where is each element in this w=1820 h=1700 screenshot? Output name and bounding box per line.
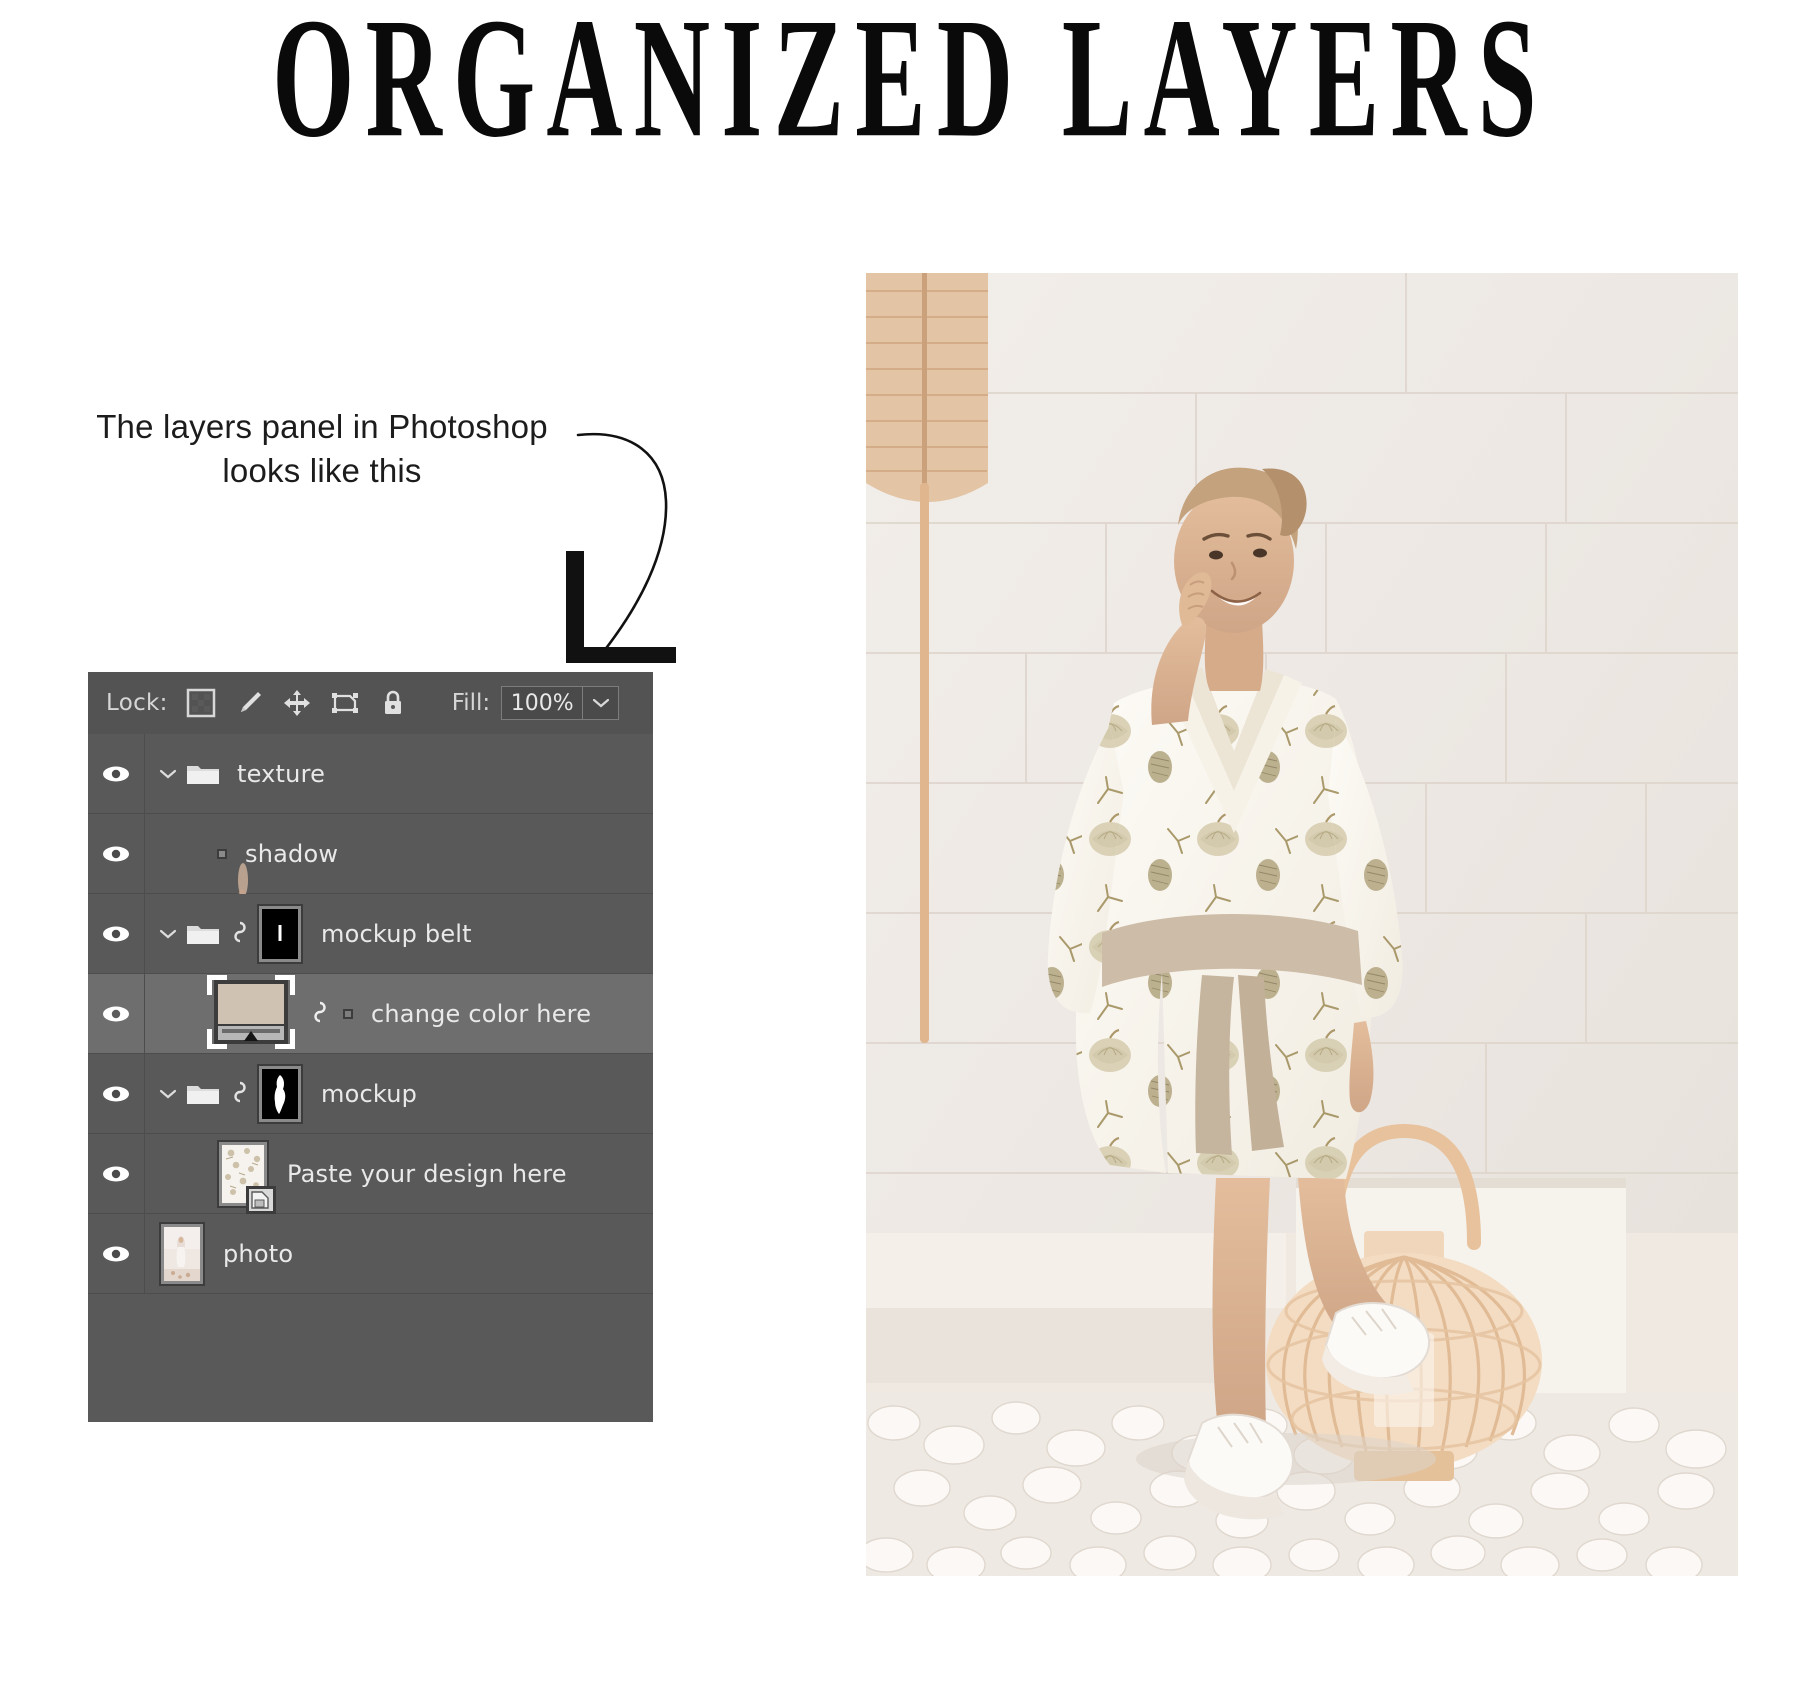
fill-label: Fill: <box>451 690 491 716</box>
layer-mask-thumbnail-change-color-here[interactable] <box>343 1008 353 1019</box>
layer-name-change-color-here: change color here <box>371 999 592 1028</box>
lock-transparent-pixels-icon[interactable] <box>184 686 218 720</box>
layer-body-texture[interactable]: texture <box>145 734 653 813</box>
eye-icon <box>103 926 129 941</box>
layer-row-mockup-belt[interactable]: mockup belt <box>88 894 653 974</box>
eye-icon <box>103 1246 129 1261</box>
chevron-down-icon[interactable] <box>155 768 181 780</box>
layer-name-photo: photo <box>223 1239 294 1268</box>
page-title: ORGANIZED LAYERS <box>272 0 1548 174</box>
layer-name-mockup-belt: mockup belt <box>321 919 472 948</box>
curved-down-arrow-icon <box>560 425 690 665</box>
layer-thumbnail-paste-your-design-here[interactable] <box>217 1139 276 1214</box>
visibility-toggle-texture[interactable] <box>88 734 145 813</box>
caption-text: The layers panel in Photoshop looks like… <box>82 405 562 493</box>
layer-body-mockup-belt[interactable]: mockup belt <box>145 894 653 973</box>
layer-mask-thumbnail-mockup[interactable] <box>257 1063 303 1124</box>
eye-icon <box>103 1086 129 1101</box>
layer-mask-thumbnail-mockup-belt[interactable] <box>257 903 303 964</box>
visibility-toggle-paste-your-design-here[interactable] <box>88 1134 145 1213</box>
lock-nesting-artboard-icon[interactable] <box>328 686 362 720</box>
layer-row-texture[interactable]: texture <box>88 734 653 814</box>
visibility-toggle-mockup[interactable] <box>88 1054 145 1133</box>
lock-toolbar: Lock: Fill: 100% <box>88 672 653 734</box>
layer-name-paste-your-design-here: Paste your design here <box>287 1159 567 1188</box>
layer-body-shadow[interactable]: shadow <box>145 814 653 907</box>
link-chain-icon[interactable] <box>307 999 333 1029</box>
visibility-toggle-shadow[interactable] <box>88 814 145 893</box>
lock-image-pixels-brush-icon[interactable] <box>232 686 266 720</box>
folder-icon <box>183 760 223 788</box>
layer-thumbnail-change-color-here[interactable] <box>205 973 297 1055</box>
caption-line-2: looks like this <box>222 451 422 489</box>
layer-row-photo[interactable]: photo <box>88 1214 653 1294</box>
layer-thumbnail-photo[interactable] <box>159 1221 205 1286</box>
eye-icon <box>103 846 129 861</box>
layer-name-texture: texture <box>237 759 326 788</box>
layer-thumbnail-shadow[interactable] <box>217 848 248 907</box>
caption-line-1: The layers panel in Photoshop <box>96 408 548 445</box>
layers-list: texture shadow mockup belt change color … <box>88 734 653 1422</box>
visibility-toggle-mockup-belt[interactable] <box>88 894 145 973</box>
layers-panel-empty-area <box>88 1294 653 1422</box>
eye-icon <box>103 1006 129 1021</box>
link-chain-icon[interactable] <box>227 919 253 949</box>
layer-body-change-color-here[interactable]: change color here <box>145 974 653 1053</box>
hero-mockup-photo <box>866 273 1738 1576</box>
link-chain-icon[interactable] <box>227 1079 253 1109</box>
fill-value-input[interactable]: 100% <box>501 686 584 720</box>
lock-all-padlock-icon[interactable] <box>376 686 410 720</box>
layer-row-paste-your-design-here[interactable]: Paste your design here <box>88 1134 653 1214</box>
layer-row-mockup[interactable]: mockup <box>88 1054 653 1134</box>
layer-row-shadow[interactable]: shadow <box>88 814 653 907</box>
layer-body-mockup[interactable]: mockup <box>145 1054 653 1133</box>
photoshop-layers-panel: Lock: Fill: 100% texture shadow mockup b… <box>88 672 653 1422</box>
layer-body-photo[interactable]: photo <box>145 1214 653 1293</box>
folder-icon <box>183 920 223 948</box>
visibility-toggle-photo[interactable] <box>88 1214 145 1293</box>
chevron-down-icon[interactable] <box>155 928 181 940</box>
eye-icon <box>103 1166 129 1181</box>
lock-position-move-icon[interactable] <box>280 686 314 720</box>
layer-name-mockup: mockup <box>321 1079 418 1108</box>
fill-chevron-down-icon[interactable] <box>583 686 620 720</box>
chevron-down-icon[interactable] <box>155 1088 181 1100</box>
layer-row-change-color-here[interactable]: change color here <box>88 974 653 1054</box>
folder-icon <box>183 1080 223 1108</box>
layer-body-paste-your-design-here[interactable]: Paste your design here <box>145 1134 653 1214</box>
lock-label: Lock: <box>106 690 168 716</box>
eye-icon <box>103 766 129 781</box>
visibility-toggle-change-color-here[interactable] <box>88 974 145 1053</box>
poster-page: ORGANIZED LAYERS The layers panel in Pho… <box>0 0 1820 1700</box>
